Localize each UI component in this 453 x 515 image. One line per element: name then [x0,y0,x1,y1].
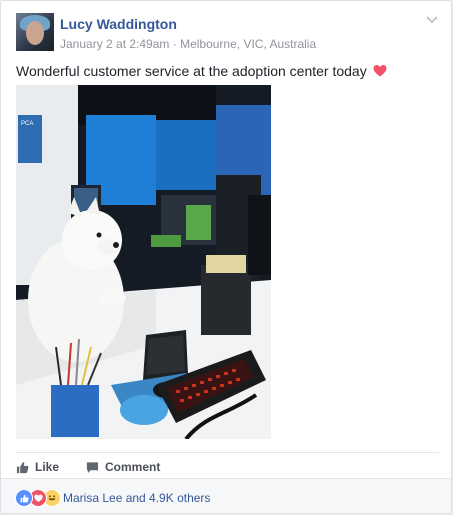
post-actions: Like Comment [16,452,439,481]
heart-icon [373,64,387,78]
chevron-down-icon[interactable] [425,13,439,27]
like-button[interactable]: Like [16,457,59,477]
post-card: Lucy Waddington January 2 at 2:49am · Me… [0,0,452,514]
post-photo[interactable]: PCA [16,85,271,439]
like-label: Like [35,460,60,474]
avatar[interactable] [16,13,54,51]
like-icon [15,489,33,507]
comment-label: Comment [105,460,161,474]
photo-sign-text: PCA [21,121,33,127]
author-name[interactable]: Lucy Waddington [60,16,177,32]
meta-separator: · [169,37,181,51]
reaction-summary[interactable]: Marisa Lee and 4.9K others [63,491,210,505]
post-text: Wonderful customer service at the adopti… [16,62,439,80]
comment-icon [86,461,99,474]
post-header: Lucy Waddington January 2 at 2:49am · Me… [16,13,439,53]
reactions-bar: Marisa Lee and 4.9K others [1,478,451,513]
thumbs-up-icon [16,461,29,474]
post-meta: January 2 at 2:49am · Melbourne, VIC, Au… [60,37,316,51]
reaction-icons[interactable] [15,489,61,507]
post-message: Wonderful customer service at the adopti… [16,63,367,79]
comment-button[interactable]: Comment [86,457,160,477]
post-location[interactable]: Melbourne, VIC, Australia [180,37,316,51]
post-date[interactable]: January 2 at 2:49am [60,37,169,51]
